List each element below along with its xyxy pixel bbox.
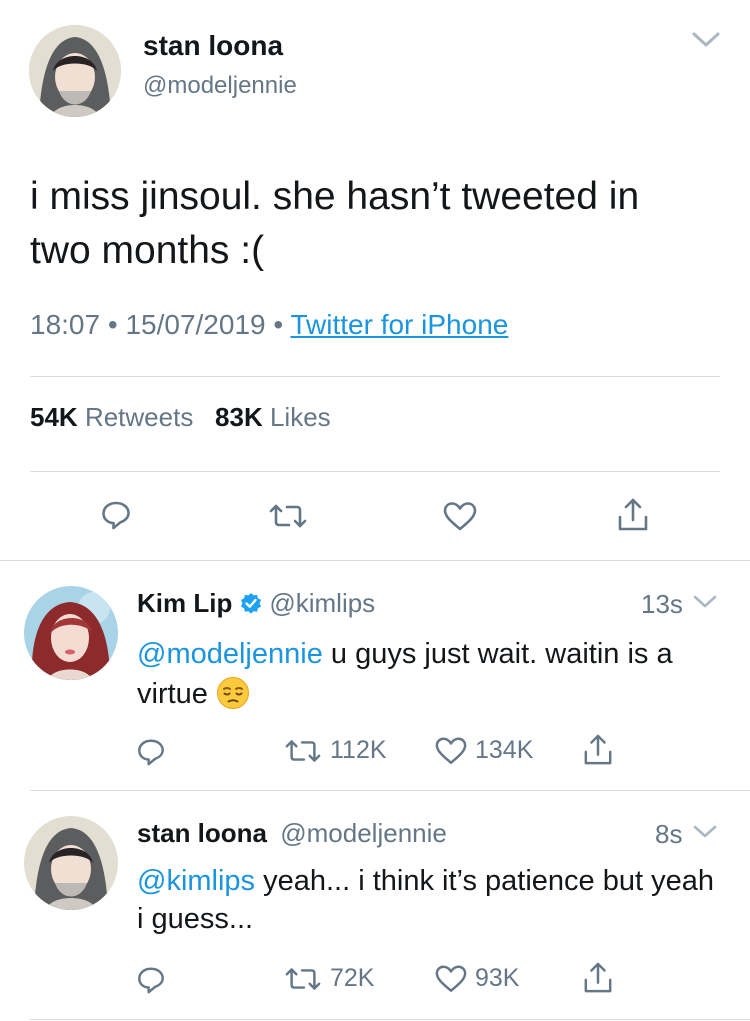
main-reply-button[interactable] bbox=[100, 499, 132, 531]
likes-label: Likes bbox=[269, 402, 331, 432]
main-tweet-date: 15/07/2019 bbox=[125, 309, 266, 340]
main-like-button[interactable] bbox=[443, 501, 477, 531]
divider bbox=[30, 471, 720, 472]
reply-avatar-kimlips[interactable] bbox=[24, 586, 118, 680]
main-tweet-meta: 18:07 • 15/07/2019 • Twitter for iPhone bbox=[30, 309, 508, 341]
reply-reply-button[interactable] bbox=[136, 737, 166, 767]
like-count: 93K bbox=[475, 964, 520, 992]
reply-avatar-modeljennie[interactable] bbox=[24, 816, 118, 910]
reply-handle[interactable]: @modeljennie bbox=[280, 818, 447, 848]
tweet-source-link[interactable]: Twitter for iPhone bbox=[290, 309, 508, 340]
retweets-label: Retweets bbox=[84, 402, 194, 432]
reply-timestamp: 8s bbox=[655, 819, 683, 849]
like-count: 134K bbox=[475, 736, 534, 764]
reply-display-name[interactable]: stan loona bbox=[137, 818, 267, 848]
reply-timestamp: 13s bbox=[641, 589, 683, 619]
reply-header: stan loona @modeljennie bbox=[137, 818, 447, 849]
reply-display-name[interactable]: Kim Lip bbox=[137, 588, 232, 619]
divider bbox=[30, 790, 750, 791]
main-tweet-time: 18:07 bbox=[30, 309, 101, 340]
retweets-count: 54K bbox=[30, 402, 78, 432]
heart-icon bbox=[443, 502, 477, 531]
reply-options-chevron-icon[interactable] bbox=[692, 593, 718, 611]
reply-icon bbox=[102, 501, 130, 530]
reply-share-button[interactable] bbox=[583, 733, 613, 767]
reply-like-button[interactable]: 134K bbox=[435, 736, 533, 765]
divider bbox=[0, 560, 750, 561]
divider bbox=[30, 1019, 750, 1020]
reply-retweet-button[interactable]: 112K bbox=[284, 736, 387, 765]
reply-retweet-button[interactable]: 72K bbox=[284, 964, 374, 993]
reply-options-chevron-icon[interactable] bbox=[692, 823, 718, 841]
verified-badge-icon bbox=[239, 592, 263, 616]
likes-count: 83K bbox=[215, 402, 263, 432]
reply-reply-button[interactable] bbox=[136, 965, 166, 995]
reply-text: @kimlips yeah... i think it’s patience b… bbox=[137, 862, 727, 938]
main-tweet-handle[interactable]: @modeljennie bbox=[143, 72, 297, 100]
retweet-count: 72K bbox=[330, 964, 375, 992]
reply-icon bbox=[138, 967, 164, 994]
retweet-icon bbox=[269, 504, 307, 528]
retweet-icon bbox=[285, 967, 321, 990]
main-tweet-display-name[interactable]: stan loona bbox=[143, 30, 283, 62]
reply-header: Kim Lip @kimlips bbox=[137, 588, 375, 619]
reply-icon bbox=[138, 739, 164, 766]
retweet-icon bbox=[285, 739, 321, 762]
main-share-button[interactable] bbox=[617, 497, 649, 533]
share-icon bbox=[618, 498, 648, 531]
heart-icon bbox=[435, 737, 467, 764]
reply-text: @modeljennie u guys just wait. waitin is… bbox=[137, 634, 717, 714]
meta-separator: • bbox=[273, 309, 284, 340]
main-tweet-avatar[interactable] bbox=[29, 25, 121, 117]
tweet-options-chevron-icon[interactable] bbox=[691, 29, 721, 49]
reply-mention-link[interactable]: @kimlips bbox=[137, 865, 255, 897]
meta-separator: • bbox=[107, 309, 118, 340]
main-tweet-text: i miss jinsoul. she hasn’t tweeted in tw… bbox=[30, 175, 640, 272]
share-icon bbox=[584, 734, 612, 765]
reply-share-button[interactable] bbox=[583, 961, 613, 995]
engagement-stats: 54K Retweets 83K Likes bbox=[30, 402, 331, 433]
pensive-face-emoji-icon bbox=[216, 676, 250, 710]
retweets-stat[interactable]: 54K Retweets bbox=[30, 402, 201, 432]
likes-stat[interactable]: 83K Likes bbox=[208, 402, 331, 432]
share-icon bbox=[584, 962, 612, 993]
reply-like-button[interactable]: 93K bbox=[435, 964, 519, 993]
reply-handle[interactable]: @kimlips bbox=[269, 588, 375, 619]
divider bbox=[30, 376, 720, 377]
heart-icon bbox=[435, 965, 467, 992]
retweet-count: 112K bbox=[330, 736, 387, 764]
main-retweet-button[interactable] bbox=[268, 502, 308, 530]
reply-mention-link[interactable]: @modeljennie bbox=[137, 638, 323, 670]
